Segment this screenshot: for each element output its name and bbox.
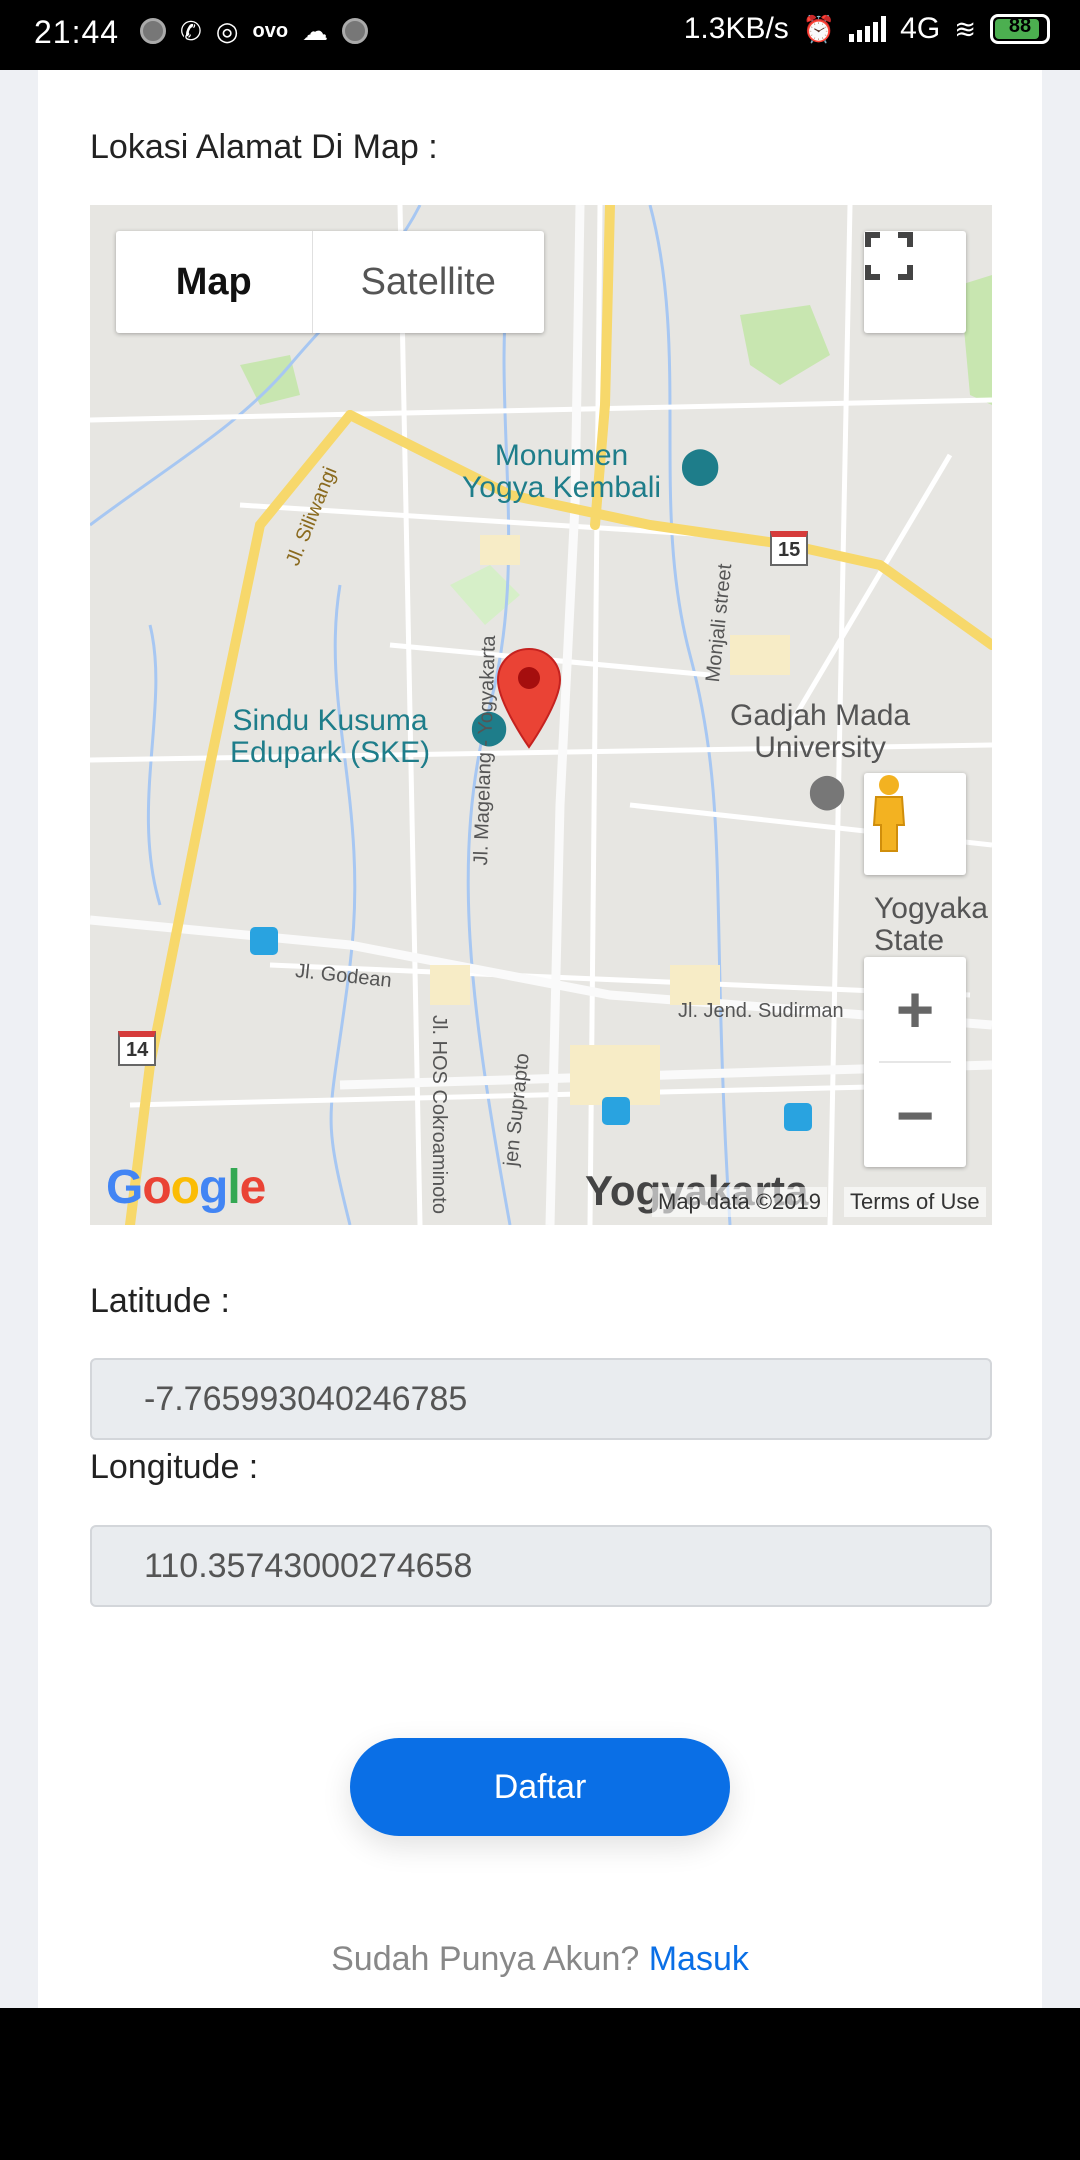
place-ugm: Gadjah Mada University — [730, 699, 911, 764]
instagram-icon: ◎ — [215, 16, 239, 46]
login-prompt: Sudah Punya Akun? Masuk — [0, 1940, 1080, 1979]
place-monumen: Monumen Yogya Kembali — [462, 439, 662, 504]
register-button[interactable]: Daftar — [350, 1738, 730, 1836]
map-type-map-button[interactable]: Map — [116, 231, 313, 333]
fullscreen-icon — [865, 232, 913, 280]
road-sudirman: Jl. Jend. Sudirman — [678, 1000, 844, 1022]
route-shield-14: 14 — [118, 1031, 157, 1066]
map-type-satellite-button[interactable]: Satellite — [313, 231, 544, 333]
signal-icon — [849, 16, 887, 42]
cloud-icon: ☁ — [302, 16, 329, 46]
transit-icon — [784, 1103, 812, 1131]
status-bar: 21:44 ✆ ◎ ovo ☁ 1.3KB/s ⏰ 4G ≋ 88 — [0, 0, 1080, 70]
clock: 21:44 — [34, 14, 120, 50]
latitude-field[interactable]: -7.765993040246785 — [90, 1358, 992, 1440]
network-speed: 1.3KB/s — [683, 12, 789, 45]
latitude-label: Latitude : — [90, 1282, 230, 1320]
pegman-icon — [872, 775, 906, 852]
network-type: 4G — [900, 12, 941, 45]
google-logo: Google — [106, 1161, 266, 1214]
notification-icons: ✆ ◎ ovo ☁ — [140, 16, 369, 46]
battery-icon: 88 — [990, 14, 1050, 44]
map-attribution: Map data ©2019 — [652, 1187, 827, 1217]
monument-icon: ⬤ — [680, 444, 721, 485]
login-link[interactable]: Masuk — [649, 1940, 749, 1978]
transit-icon — [602, 1097, 630, 1125]
location-map[interactable]: Map Satellite Monumen Yogya Kembali ⬤ Sin… — [90, 205, 992, 1225]
whatsapp-icon: ✆ — [180, 16, 202, 46]
zoom-controls: + − — [864, 957, 966, 1167]
route-shield-15: 15 — [770, 531, 809, 566]
notification-dot-icon — [342, 18, 369, 44]
navigation-bar — [0, 2008, 1080, 2160]
fullscreen-button[interactable] — [864, 231, 966, 333]
battery-level: 88 — [1008, 15, 1032, 37]
road-cokroaminoto: Jl. HOS Cokroaminoto — [428, 1015, 450, 1214]
longitude-label: Longitude : — [90, 1448, 259, 1486]
map-section-label: Lokasi Alamat Di Map : — [90, 128, 438, 166]
login-prompt-text: Sudah Punya Akun? — [331, 1940, 640, 1978]
alarm-icon: ⏰ — [802, 14, 836, 44]
terms-of-use-link[interactable]: Terms of Use — [844, 1187, 986, 1217]
notification-dot-icon — [140, 18, 166, 44]
longitude-field[interactable]: 110.35743000274658 — [90, 1525, 992, 1607]
transit-icon — [250, 927, 278, 955]
ovo-icon: ovo — [252, 19, 289, 42]
place-sindu-kusuma: Sindu Kusuma Edupark (SKE) — [230, 704, 431, 769]
zoom-in-button[interactable]: + — [864, 957, 966, 1061]
street-view-button[interactable] — [864, 773, 966, 875]
map-type-toggle: Map Satellite — [116, 231, 544, 333]
wifi-icon: ≋ — [954, 14, 976, 44]
university-icon: ⬤ — [808, 772, 847, 810]
location-pin-icon[interactable] — [496, 647, 562, 749]
zoom-out-button[interactable]: − — [864, 1063, 966, 1167]
system-icons: 1.3KB/s ⏰ 4G ≋ 88 — [684, 12, 1050, 46]
